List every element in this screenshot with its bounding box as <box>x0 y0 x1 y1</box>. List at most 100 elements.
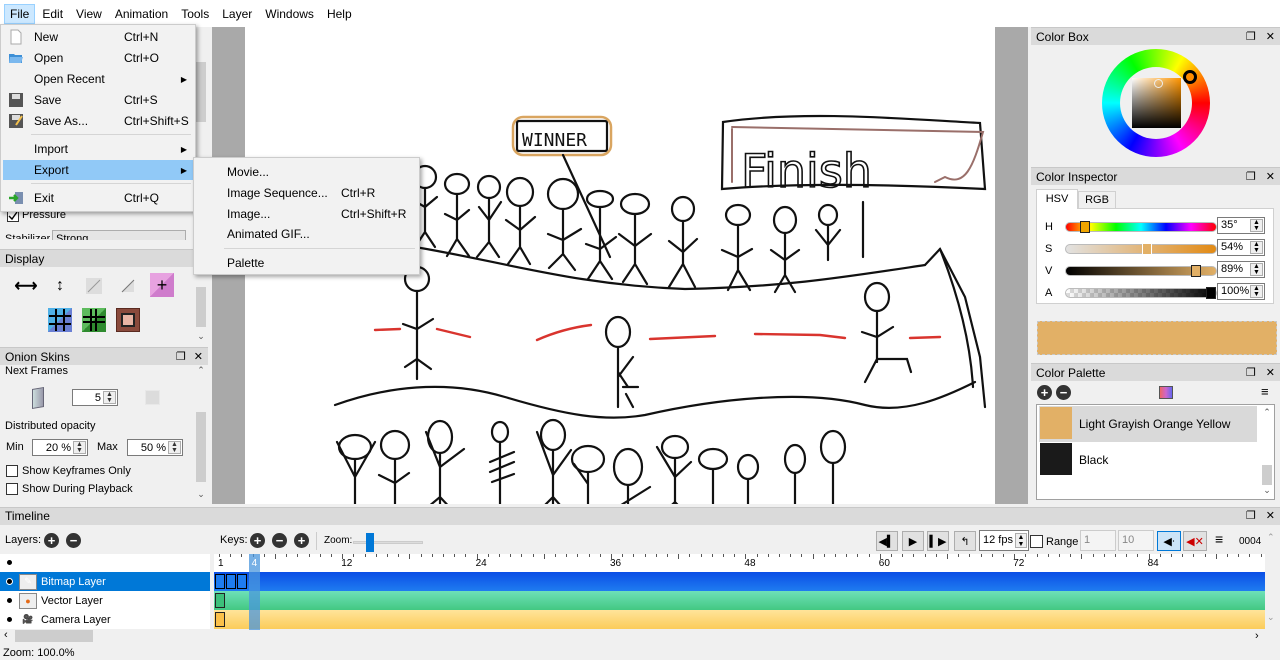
safe-area-button[interactable] <box>116 308 140 332</box>
saturation-slider[interactable] <box>1065 243 1217 255</box>
spin-arrows-icon[interactable]: ▲ ▼ <box>73 441 86 454</box>
hue-slider[interactable] <box>1065 221 1217 233</box>
alpha-slider-handle[interactable] <box>1206 287 1216 299</box>
prev-frame-button[interactable]: ◀▍ <box>876 531 898 551</box>
stabilizer-select[interactable]: Strong <box>52 230 186 240</box>
menu-item-export-image-sequence[interactable]: Image Sequence... Ctrl+R <box>196 183 417 203</box>
sv-picker-handle[interactable] <box>1154 79 1163 88</box>
close-icon[interactable]: ✕ <box>1266 509 1275 524</box>
saturation-spinbox[interactable]: 54% ▲ ▼ <box>1217 239 1265 256</box>
hue-wheel[interactable] <box>1102 49 1210 157</box>
hue-picker-handle[interactable] <box>1183 70 1197 84</box>
duplicate-key-button[interactable]: + <box>294 533 309 548</box>
menu-item-open-recent[interactable]: Open Recent ▶ <box>3 69 193 89</box>
timeline-options-icon[interactable]: ≡ <box>1215 531 1223 547</box>
display-scrollbar[interactable]: ⌃ ⌄ <box>195 265 207 345</box>
hue-slider-handle[interactable] <box>1079 221 1090 233</box>
show-during-playback-checkbox[interactable] <box>6 483 18 495</box>
show-keyframes-only-checkbox[interactable] <box>6 465 18 477</box>
menu-layer[interactable]: Layer <box>216 4 258 24</box>
remove-key-button[interactable]: − <box>272 533 287 548</box>
add-layer-button[interactable]: + <box>44 533 59 548</box>
menu-item-import[interactable]: Import ▶ <box>3 139 193 159</box>
menu-item-export-palette[interactable]: Palette <box>196 253 417 273</box>
float-icon[interactable]: ❐ <box>1246 366 1256 379</box>
spin-arrows-icon[interactable]: ▲ ▼ <box>168 441 181 454</box>
sound-toggle-button[interactable]: ◀︎ᐧ <box>1157 531 1181 551</box>
next-frame-button[interactable]: ▍▶ <box>927 531 949 551</box>
overlay-perspective-button[interactable] <box>116 274 140 298</box>
spin-arrows-icon[interactable]: ▲ ▼ <box>1015 533 1027 548</box>
menu-windows[interactable]: Windows <box>259 4 320 24</box>
float-icon[interactable]: ❐ <box>1246 30 1256 43</box>
play-button[interactable]: ▶ <box>902 531 924 551</box>
spin-arrows-icon[interactable]: ▲ ▼ <box>1250 263 1263 276</box>
hue-spinbox[interactable]: 35° ▲ ▼ <box>1217 217 1265 234</box>
menu-view[interactable]: View <box>70 4 108 24</box>
layer-row-camera[interactable]: 🎥 Camera Layer <box>0 610 210 629</box>
alpha-slider[interactable] <box>1065 287 1217 299</box>
flip-horizontal-button[interactable]: ⟷ <box>14 274 38 298</box>
layer-row-bitmap[interactable]: ✎ Bitmap Layer <box>0 572 210 591</box>
spin-arrows-icon[interactable]: ▲ ▼ <box>1250 219 1263 232</box>
menu-item-exit[interactable]: Exit Ctrl+Q <box>3 188 193 208</box>
onion-scrollbar[interactable]: ⌃ ⌄ <box>195 365 207 503</box>
fps-spinbox[interactable]: 12 fps ▲ ▼ <box>979 530 1029 551</box>
value-slider[interactable] <box>1065 265 1217 277</box>
visibility-all-icon[interactable] <box>6 559 13 566</box>
close-icon[interactable]: ✕ <box>1266 366 1275 379</box>
palette-menu-icon[interactable]: ≡ <box>1261 384 1269 399</box>
tab-rgb[interactable]: RGB <box>1078 191 1116 209</box>
grid-a-button[interactable] <box>48 308 72 332</box>
layer-hscrollbar[interactable]: ‹ <box>0 629 210 643</box>
overlay-thirds-button[interactable] <box>82 274 106 298</box>
close-icon[interactable]: ✕ <box>1266 170 1275 183</box>
sound-scrub-button[interactable]: ◀︎✕ <box>1183 531 1207 551</box>
menu-edit[interactable]: Edit <box>36 4 69 24</box>
frame-ruler[interactable]: 1 4 12 24 36 48 60 72 84 <box>214 554 1265 572</box>
next-frames-spinbox[interactable]: 5 ▲ ▼ <box>72 389 118 406</box>
menu-item-export-animated-gif[interactable]: Animated GIF... <box>196 224 417 244</box>
keyframe[interactable] <box>215 593 225 608</box>
overlay-center-button[interactable]: + <box>150 273 174 297</box>
menu-item-save[interactable]: Save Ctrl+S <box>3 90 193 110</box>
scroll-right-icon[interactable]: › <box>1255 630 1259 642</box>
remove-color-button[interactable]: − <box>1056 385 1071 400</box>
float-icon[interactable]: ❐ <box>176 350 186 363</box>
remove-layer-button[interactable]: − <box>66 533 81 548</box>
menu-item-save-as[interactable]: Save As... Ctrl+Shift+S <box>3 111 193 131</box>
menu-item-open[interactable]: Open Ctrl+O <box>3 48 193 68</box>
menu-animation[interactable]: Animation <box>109 4 174 24</box>
value-slider-handle[interactable] <box>1190 265 1201 277</box>
palette-view-button[interactable] <box>1159 386 1173 399</box>
tab-hsv[interactable]: HSV <box>1036 189 1078 209</box>
add-color-button[interactable]: + <box>1037 385 1052 400</box>
layer-visibility-icon[interactable] <box>6 578 13 585</box>
menu-tools[interactable]: Tools <box>175 4 215 24</box>
saturation-slider-handle[interactable] <box>1141 243 1152 255</box>
min-opacity-spinbox[interactable]: 20 % ▲ ▼ <box>32 439 88 456</box>
float-icon[interactable]: ❐ <box>1246 170 1256 183</box>
keyframe[interactable] <box>215 612 225 627</box>
keyframe[interactable] <box>215 574 225 589</box>
close-icon[interactable]: ✕ <box>194 350 203 363</box>
saturation-value-square[interactable] <box>1132 78 1181 128</box>
close-icon[interactable]: ✕ <box>1266 30 1275 43</box>
flip-vertical-button[interactable]: ↕ <box>48 274 72 298</box>
loop-button[interactable]: ↰ <box>954 531 976 551</box>
value-spinbox[interactable]: 89% ▲ ▼ <box>1217 261 1265 278</box>
add-key-button[interactable]: + <box>250 533 265 548</box>
max-opacity-spinbox[interactable]: 50 % ▲ ▼ <box>127 439 183 456</box>
alpha-spinbox[interactable]: 100% ▲ ▼ <box>1217 283 1265 300</box>
palette-item[interactable]: Light Grayish Orange Yellow <box>1039 406 1257 442</box>
zoom-slider-handle[interactable] <box>366 533 374 552</box>
palette-item[interactable]: Black <box>1039 442 1257 478</box>
track-vector[interactable] <box>214 591 1265 610</box>
menu-file[interactable]: File <box>4 3 36 24</box>
menu-help[interactable]: Help <box>321 4 358 24</box>
range-end-spinbox[interactable]: 10 <box>1118 530 1154 551</box>
spin-arrows-icon[interactable]: ▲ ▼ <box>1250 241 1263 254</box>
menu-item-export[interactable]: Export ▶ <box>3 160 193 180</box>
range-start-spinbox[interactable]: 1 <box>1080 530 1116 551</box>
spin-arrows-icon[interactable]: ▲ ▼ <box>1250 285 1263 298</box>
